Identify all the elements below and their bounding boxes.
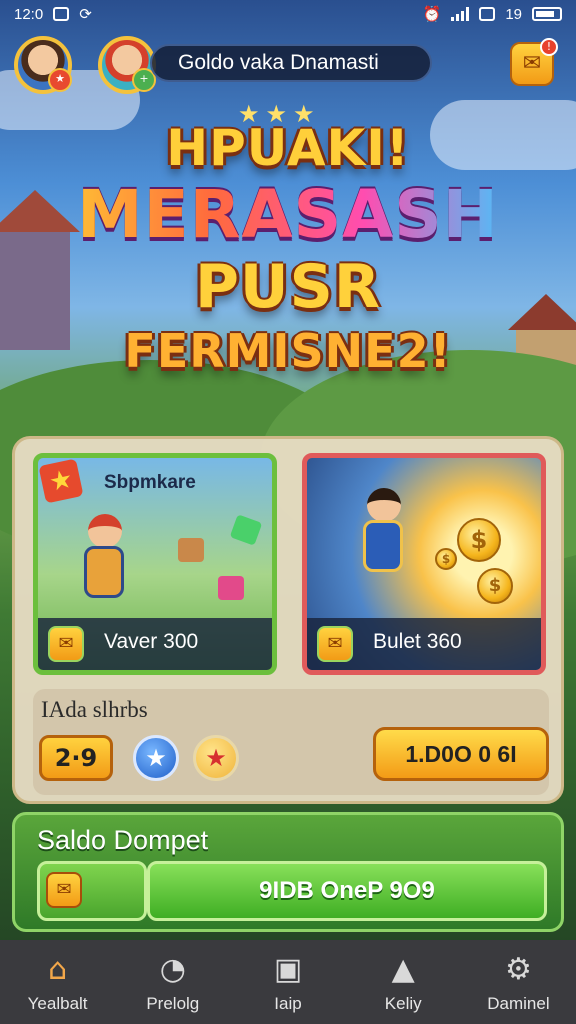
title-line-4: FERMISNE2! <box>124 324 452 378</box>
coin-icon: $ <box>435 548 457 570</box>
wallet-title: Saldo Dompet <box>37 825 209 855</box>
nav-item-card[interactable]: ▣ Iaip <box>230 940 345 1024</box>
subpanel-title: IAda slhrbs <box>41 697 148 722</box>
nav-label: Yealbalt <box>27 994 88 1013</box>
star-icon: ★ <box>205 744 227 772</box>
count-chip[interactable]: 2·9 <box>39 735 113 781</box>
game-title-logo: HPUAKI! MERASASH PUSR FERMISNE2! <box>60 118 516 380</box>
main-panel: ★ Sbpmkare ✉ Vaver 300 $ $ $ ✉ Bulet 360… <box>12 436 564 804</box>
game-mode-card-1[interactable]: ★ Sbpmkare ✉ Vaver 300 <box>33 453 277 675</box>
home-icon: ⌂ <box>48 952 68 987</box>
game-mode-card-2[interactable]: $ $ $ ✉ Bulet 360 <box>302 453 546 675</box>
notification-dot-icon: ! <box>540 38 558 56</box>
wallet-icon-button[interactable]: ✉ <box>37 861 147 921</box>
sync-icon: ⟳ <box>79 6 92 23</box>
gem-icon <box>229 514 263 546</box>
nav-label: Keliy <box>384 994 422 1013</box>
card-footer: ✉ Bulet 360 <box>307 618 541 670</box>
gift-icon <box>218 576 244 600</box>
nav-item-trophy[interactable]: ▲ Keliy <box>346 940 461 1024</box>
wallet-panel: Saldo Dompet ✉ 9IDB OneP 9O9 <box>12 812 564 932</box>
nav-label: Daminel <box>487 994 550 1013</box>
coin-icon: $ <box>477 568 513 604</box>
title-line-2: MERASASH <box>60 178 516 252</box>
level-badge-icon: ★ <box>48 68 72 92</box>
gear-icon: ⚙ <box>504 952 532 987</box>
alarm-icon: ⏰ <box>422 6 442 23</box>
nav-item-progress[interactable]: ◔ Prelolg <box>115 940 230 1024</box>
star-icon: ★ <box>38 458 84 504</box>
title-line-3: PUSR <box>194 252 382 322</box>
chest-icon <box>178 538 204 562</box>
rewards-subpanel: IAda slhrbs 2·9 ★ ★ 1.D0O 0 6I <box>33 689 549 795</box>
profile-avatar[interactable]: ★ <box>14 36 72 94</box>
friend-avatar[interactable]: + <box>98 36 156 94</box>
status-bar: 12:0 ⟳ ⏰ 19 <box>0 0 576 28</box>
nav-label: Iaip <box>274 994 302 1013</box>
nav-item-home[interactable]: ⌂ Yealbalt <box>0 940 115 1024</box>
player-name: Goldo vaka Dnamasti <box>150 44 432 82</box>
card-label: Sbpmkare <box>104 472 196 493</box>
trophy-icon: ▲ <box>391 952 415 987</box>
envelope-icon: ✉ <box>46 872 82 908</box>
nav-label: Prelolg <box>146 994 200 1013</box>
sim-icon <box>479 7 496 21</box>
card-value: Vaver 300 <box>104 630 199 653</box>
clock-icon: ◔ <box>159 952 186 987</box>
title-line-1: HPUAKI! <box>166 119 410 177</box>
claim-button[interactable]: 1.D0O 0 6I <box>373 727 549 781</box>
signal-icon <box>451 7 470 21</box>
status-time: 12:0 <box>14 5 44 23</box>
mail-button[interactable]: ✉ ! <box>510 38 558 86</box>
battery-percent: 19 <box>505 5 522 23</box>
star-icon: ★ <box>145 744 167 772</box>
coin-icon: $ <box>457 518 501 562</box>
envelope-icon: ✉ <box>48 626 84 662</box>
card-icon: ▣ <box>273 952 303 987</box>
bottom-navigation: ⌂ Yealbalt ◔ Prelolg ▣ Iaip ▲ Keliy ⚙ Da… <box>0 940 576 1024</box>
notification-icon <box>53 7 70 21</box>
card-value: Bulet 360 <box>373 630 462 653</box>
envelope-icon: ✉ <box>522 51 542 76</box>
envelope-icon: ✉ <box>317 626 353 662</box>
wallet-balance[interactable]: 9IDB OneP 9O9 <box>147 861 547 921</box>
battery-icon <box>532 7 562 21</box>
card-footer: ✉ Vaver 300 <box>38 618 272 670</box>
nav-item-settings[interactable]: ⚙ Daminel <box>461 940 576 1024</box>
favorite-button[interactable]: ★ <box>193 735 239 781</box>
boost-button[interactable]: ★ <box>133 735 179 781</box>
